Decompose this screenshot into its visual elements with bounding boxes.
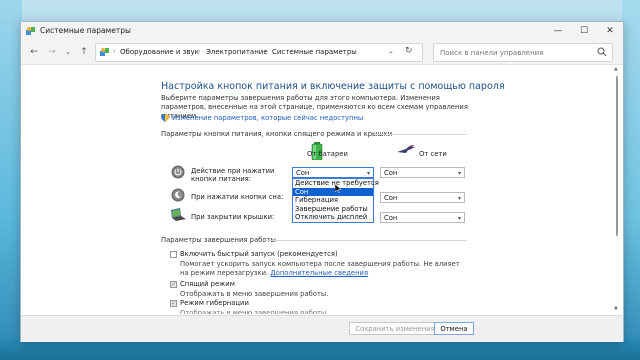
dropdown-option-turn-off-display[interactable]: Отключить дисплей: [293, 213, 373, 222]
control-panel-window: Системные параметры — ☐ ✕ ← → ⌄ ↑ › Обор…: [20, 21, 624, 342]
sleep-button-action-label: При нажатии кнопки сна:: [191, 193, 284, 201]
unavailable-settings-link[interactable]: Изменение параметров, которые сейчас нед…: [161, 114, 363, 122]
dropdown-option-sleep[interactable]: Сон: [293, 187, 373, 196]
mouse-cursor-icon: [335, 184, 341, 193]
scrollbar-thumb[interactable]: [616, 76, 618, 236]
sleep-button-ac-value: Сон: [384, 194, 398, 202]
search-input[interactable]: [438, 46, 592, 60]
chevron-down-icon: ▾: [457, 195, 461, 202]
breadcrumb-separator: ›: [113, 48, 116, 55]
desktop-background-right: [622, 0, 640, 360]
power-button-battery-select[interactable]: Сон ▾: [292, 167, 374, 178]
shutdown-section-title: Параметры завершения работы: [161, 236, 276, 244]
column-header-ac: От сети: [419, 150, 447, 158]
scroll-down-icon[interactable]: ▼: [614, 306, 618, 312]
chevron-down-icon: ▾: [457, 215, 461, 222]
control-panel-icon: [100, 48, 109, 56]
sleep-mode-label[interactable]: Спящий режим: [180, 280, 235, 288]
address-dropdown-chevron-icon[interactable]: ⌄: [388, 47, 394, 55]
forward-arrow-icon[interactable]: →: [45, 45, 59, 59]
lid-close-ac-value: Сон: [384, 214, 398, 222]
more-info-link[interactable]: Дополнительные сведения: [270, 269, 368, 277]
sleep-mode-checkbox[interactable]: ✓: [170, 281, 177, 288]
breadcrumb-hardware-sound[interactable]: Оборудование и звук: [120, 48, 199, 56]
sleep-button-ac-select[interactable]: Сон ▾: [380, 192, 465, 203]
hibernate-description: Отображать в меню завершения работы.: [180, 309, 329, 314]
recent-locations-chevron-icon[interactable]: ⌄: [61, 45, 75, 59]
power-plug-icon: [397, 145, 415, 153]
power-button-ac-select[interactable]: Сон ▾: [380, 167, 465, 178]
chevron-down-icon: ▾: [457, 170, 461, 177]
lid-close-action-label: При закрытии крышки:: [191, 213, 275, 221]
dropdown-option-do-nothing[interactable]: Действие не требуется: [293, 179, 379, 188]
lid-close-ac-select[interactable]: Сон ▾: [380, 212, 465, 223]
hibernate-checkbox[interactable]: ✓: [170, 300, 177, 307]
sleep-button-icon: [171, 188, 185, 202]
power-button-ac-value: Сон: [384, 169, 398, 177]
dropdown-option-hibernate[interactable]: Гибернация: [293, 196, 373, 205]
refresh-icon[interactable]: ↻: [405, 46, 413, 56]
breadcrumb-separator: ›: [264, 48, 267, 55]
column-header-battery: От батареи: [307, 150, 348, 158]
back-arrow-icon[interactable]: ←: [27, 45, 41, 59]
search-box[interactable]: [433, 43, 613, 62]
control-panel-icon: [26, 27, 35, 35]
window-title: Системные параметры: [40, 26, 131, 35]
footer-bar: Сохранить изменения Отмена: [21, 315, 623, 342]
unavailable-settings-link-label[interactable]: Изменение параметров, которые сейчас нед…: [172, 114, 363, 122]
section-divider: [264, 240, 467, 241]
close-button[interactable]: ✕: [597, 22, 623, 40]
save-changes-button[interactable]: Сохранить изменения: [349, 322, 441, 335]
up-arrow-icon[interactable]: ↑: [77, 45, 91, 59]
maximize-button[interactable]: ☐: [571, 22, 597, 40]
title-bar[interactable]: Системные параметры — ☐ ✕: [21, 22, 623, 40]
laptop-lid-icon: [171, 208, 186, 221]
dropdown-option-shutdown[interactable]: Завершение работы: [293, 205, 373, 214]
fast-startup-description: Помогает ускорить запуск компьютера посл…: [180, 260, 470, 278]
navigation-bar: ← → ⌄ ↑ › Оборудование и звук › Электроп…: [21, 40, 623, 65]
scroll-up-icon[interactable]: ▲: [614, 66, 618, 72]
hibernate-label[interactable]: Режим гибернации: [180, 299, 249, 307]
search-icon[interactable]: [597, 47, 607, 57]
minimize-button[interactable]: —: [545, 22, 571, 40]
section-divider: [375, 134, 467, 135]
fast-startup-label[interactable]: Включить быстрый запуск (рекомендуется): [180, 250, 338, 258]
breadcrumb-system-settings[interactable]: Системные параметры: [272, 48, 357, 56]
breadcrumb-power-options[interactable]: Электропитание: [206, 48, 268, 56]
power-button-action-label: Действие при нажатии кнопки питания:: [191, 167, 275, 183]
power-action-dropdown-list: Действие не требуется Сон Гибернация Зав…: [292, 178, 379, 223]
breadcrumb-separator: ›: [198, 48, 201, 55]
power-button-icon: [171, 165, 185, 179]
address-bar[interactable]: › Оборудование и звук › Электропитание ›…: [95, 43, 423, 62]
cancel-button[interactable]: Отмена: [434, 322, 474, 335]
page-title: Настройка кнопок питания и включение защ…: [161, 81, 505, 92]
desktop-background-left: [0, 0, 22, 360]
uac-shield-icon: [161, 114, 169, 122]
buttons-section-title: Параметры кнопки питания, кнопки спящего…: [161, 130, 393, 138]
fast-startup-checkbox[interactable]: [170, 251, 177, 258]
sleep-mode-description: Отображать в меню завершения работы.: [180, 290, 329, 298]
